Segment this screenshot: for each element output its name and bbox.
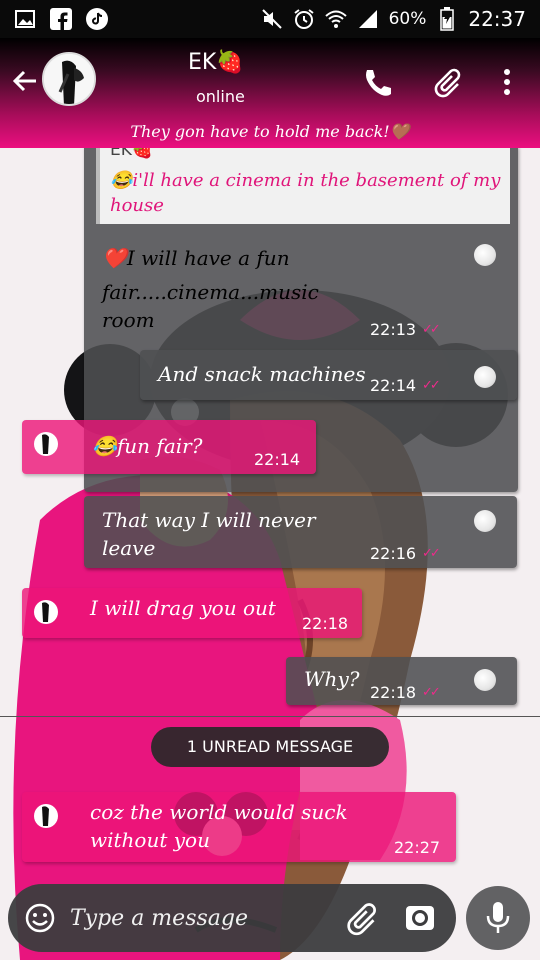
double-tick-icon: ✓✓ — [422, 546, 441, 561]
unread-badge: 1 UNREAD MESSAGE — [151, 727, 389, 767]
message-6[interactable]: Why? 22:18 ✓✓ — [286, 657, 517, 705]
message-text: 😂fun fair? — [92, 434, 203, 458]
emoji-button[interactable] — [24, 902, 56, 934]
battery-percent: 60% — [388, 9, 427, 29]
attach-button[interactable] — [428, 64, 464, 100]
double-tick-icon: ✓✓ — [422, 322, 441, 337]
message-text-line: leave — [102, 536, 156, 560]
message-text-line: without you — [90, 828, 210, 852]
attach-icon — [434, 68, 461, 98]
status-dot-icon — [474, 244, 496, 266]
message-input[interactable] — [70, 898, 320, 938]
status-dot-icon — [474, 669, 496, 691]
sender-avatar — [34, 432, 58, 456]
contact-about: They gon have to hold me back!🤎 — [130, 122, 410, 141]
message-time: 22:18 — [302, 614, 349, 633]
alarm-icon — [293, 8, 315, 30]
signal-icon — [357, 8, 379, 30]
wifi-icon — [324, 8, 347, 30]
message-2[interactable]: And snack machines 22:14 ✓✓ — [140, 350, 517, 400]
message-5[interactable]: I will drag you out 22:18 — [22, 588, 362, 638]
message-time: 22:27 — [394, 838, 441, 857]
more-options-button[interactable] — [489, 64, 525, 100]
quoted-message[interactable]: EK🍓 😂i'll have a cinema in the basement … — [96, 140, 510, 224]
message-7[interactable]: coz the world would suck without you 22:… — [22, 792, 456, 862]
contact-name[interactable]: EK🍓 — [188, 50, 244, 75]
message-text-line: That way I will never — [102, 508, 316, 532]
attach-icon — [347, 903, 376, 936]
image-icon — [14, 8, 36, 30]
message-text-line: room — [102, 308, 155, 332]
back-arrow-icon — [12, 70, 36, 92]
voice-message-button[interactable] — [466, 886, 530, 950]
sender-avatar — [34, 600, 58, 624]
message-time: 22:13 — [370, 320, 417, 339]
unread-divider — [0, 716, 540, 717]
composer-attach-button[interactable] — [342, 900, 378, 936]
message-composer — [8, 884, 456, 952]
chat-header: EK🍓 online They gon have to hold me back… — [0, 38, 540, 148]
mic-icon — [486, 902, 510, 933]
double-tick-icon: ✓✓ — [422, 378, 441, 393]
more-vert-icon — [504, 69, 510, 95]
message-text: I will drag you out — [90, 596, 276, 620]
status-bar: 60% 22:37 — [0, 0, 540, 38]
phone-icon — [366, 70, 391, 96]
message-text: Why? — [304, 667, 360, 691]
message-1[interactable]: ❤️I will have a fun fair.....cinema...mu… — [84, 230, 518, 345]
contact-status: online — [196, 87, 245, 106]
status-dot-icon — [474, 510, 496, 532]
message-text-line: coz the world would suck — [90, 800, 348, 824]
double-tick-icon: ✓✓ — [422, 685, 441, 700]
quoted-text: 😂i'll have a cinema in the basement of m… — [110, 170, 501, 216]
message-text-line: ❤️I will have a fun — [102, 246, 290, 270]
facebook-icon — [50, 8, 72, 30]
message-4[interactable]: That way I will never leave 22:16 ✓✓ — [84, 496, 517, 568]
message-time: 22:16 — [370, 544, 417, 563]
clock: 22:37 — [468, 7, 526, 31]
battery-icon — [436, 7, 458, 31]
message-text: And snack machines — [158, 362, 366, 386]
message-3[interactable]: 😂fun fair? 22:14 — [22, 420, 316, 474]
mute-icon — [261, 8, 283, 30]
message-time: 22:18 — [370, 683, 417, 702]
camera-icon — [406, 906, 434, 930]
message-time: 22:14 — [254, 450, 301, 469]
tiktok-icon — [86, 8, 108, 30]
message-list[interactable]: EK🍓 😂i'll have a cinema in the basement … — [0, 140, 540, 878]
emoji-icon — [25, 903, 55, 933]
back-button[interactable] — [8, 64, 42, 98]
message-text-line: fair.....cinema...music — [102, 280, 319, 304]
status-dot-icon — [474, 366, 496, 388]
sender-avatar — [34, 804, 58, 828]
call-button[interactable] — [358, 64, 394, 100]
message-time: 22:14 — [370, 376, 417, 395]
camera-button[interactable] — [404, 902, 436, 934]
contact-avatar[interactable] — [42, 52, 96, 106]
